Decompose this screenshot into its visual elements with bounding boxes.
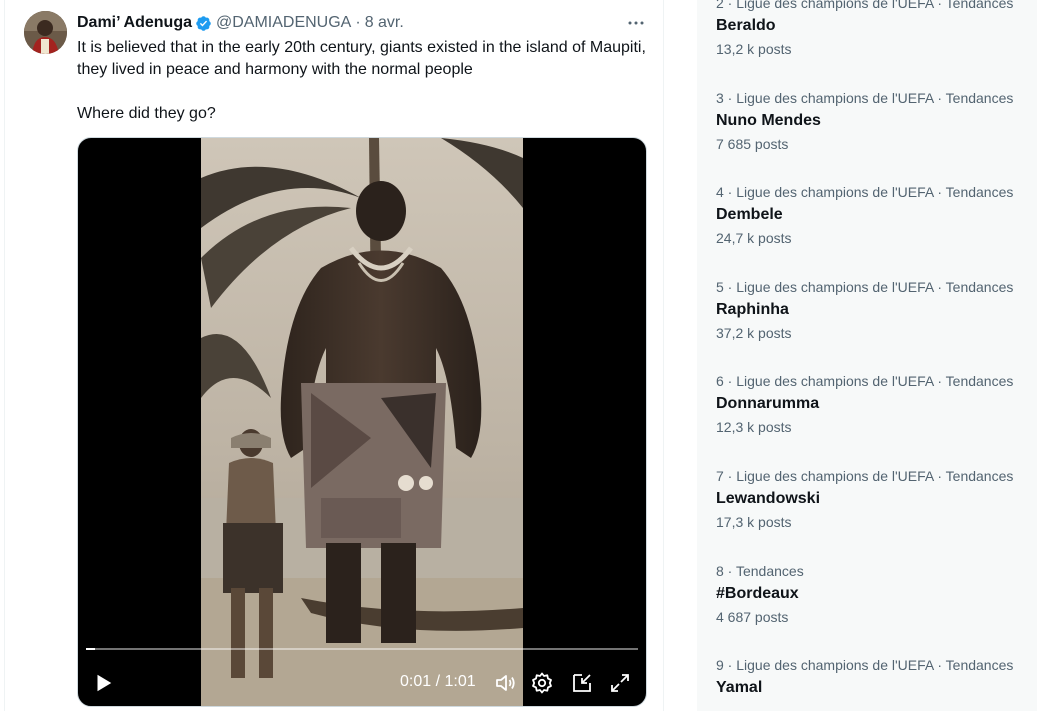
author-handle[interactable]: @DAMIADENUGA — [216, 14, 351, 32]
trend-name: Lewandowski — [716, 490, 821, 507]
tweet[interactable]: Dami’ Adenuga @DAMIADENUGA · 8 avr. It i… — [4, 0, 664, 711]
trend-meta: 2 · Ligue des champions de l'UEFA · Tend… — [716, 0, 1014, 11]
trends-panel: 2 · Ligue des champions de l'UEFA · Tend… — [697, 0, 1037, 711]
author-name[interactable]: Dami’ Adenuga — [77, 14, 192, 32]
separator-dot: · — [355, 14, 361, 31]
trend-count: 13,2 k posts — [716, 41, 792, 57]
trend-item[interactable]: 4 · Ligue des champions de l'UEFA · Tend… — [716, 183, 1036, 247]
video-time: 0:01 / 1:01 — [400, 673, 476, 690]
trend-name: Yamal — [716, 679, 763, 696]
trend-item[interactable]: 2 · Ligue des champions de l'UEFA · Tend… — [716, 0, 1036, 58]
trend-count: 17,3 k posts — [716, 514, 792, 530]
trend-meta: 9 · Ligue des champions de l'UEFA · Tend… — [716, 657, 1014, 673]
trend-item[interactable]: 6 · Ligue des champions de l'UEFA · Tend… — [716, 372, 1036, 436]
more-horizontal-icon[interactable] — [625, 12, 647, 34]
trend-meta: 8 · Tendances — [716, 563, 804, 579]
volume-icon[interactable] — [494, 671, 518, 695]
trend-item[interactable]: 5 · Ligue des champions de l'UEFA · Tend… — [716, 278, 1036, 342]
trend-item[interactable]: 8 · Tendances #Bordeaux 4 687 posts — [716, 562, 1036, 626]
page: Dami’ Adenuga @DAMIADENUGA · 8 avr. It i… — [0, 0, 1037, 711]
tweet-header: Dami’ Adenuga @DAMIADENUGA · 8 avr. — [77, 12, 404, 34]
trend-meta: 4 · Ligue des champions de l'UEFA · Tend… — [716, 184, 1014, 200]
fullscreen-icon[interactable] — [608, 671, 632, 695]
settings-icon[interactable] — [530, 671, 554, 695]
video-controls: 0:01 / 1:01 — [78, 668, 646, 698]
trend-meta: 7 · Ligue des champions de l'UEFA · Tend… — [716, 468, 1014, 484]
trend-count: 4 687 posts — [716, 609, 789, 625]
trend-name: Raphinha — [716, 301, 789, 318]
trend-name: #Bordeaux — [716, 585, 799, 602]
picture-in-picture-icon[interactable] — [570, 671, 594, 695]
video-player[interactable]: 0:01 / 1:01 — [77, 137, 647, 707]
trend-meta: 6 · Ligue des champions de l'UEFA · Tend… — [716, 373, 1014, 389]
trend-item[interactable]: 3 · Ligue des champions de l'UEFA · Tend… — [716, 89, 1036, 153]
video-progress-fill — [86, 648, 95, 650]
trend-item[interactable]: 7 · Ligue des champions de l'UEFA · Tend… — [716, 467, 1036, 531]
trend-name: Beraldo — [716, 17, 776, 34]
tweet-date[interactable]: 8 avr. — [365, 14, 404, 32]
tweet-text: It is believed that in the early 20th ce… — [77, 39, 646, 122]
trend-name: Dembele — [716, 206, 783, 223]
trend-count: 7 685 posts — [716, 136, 789, 152]
trend-name: Nuno Mendes — [716, 112, 821, 129]
video-frame[interactable] — [201, 138, 523, 706]
video-progress-bar[interactable] — [86, 648, 638, 650]
verified-badge-icon — [195, 15, 212, 32]
trend-name: Donnarumma — [716, 395, 820, 412]
play-icon[interactable] — [92, 672, 114, 694]
trend-count: 12,3 k posts — [716, 419, 792, 435]
trend-count: 24,7 k posts — [716, 230, 792, 246]
trend-meta: 5 · Ligue des champions de l'UEFA · Tend… — [716, 279, 1014, 295]
avatar[interactable] — [24, 11, 67, 54]
trend-count: 37,2 k posts — [716, 325, 792, 341]
trend-meta: 3 · Ligue des champions de l'UEFA · Tend… — [716, 90, 1014, 106]
trend-item[interactable]: 9 · Ligue des champions de l'UEFA · Tend… — [716, 656, 1036, 702]
